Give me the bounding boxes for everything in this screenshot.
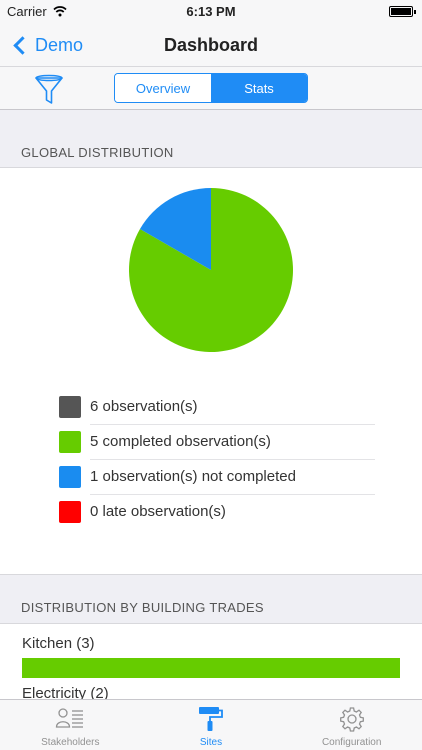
tab-sites[interactable]: Sites xyxy=(141,700,282,750)
legend-swatch-completed xyxy=(59,430,81,453)
battery-icon xyxy=(389,6,416,17)
tab-label-stakeholders: Stakeholders xyxy=(41,737,100,748)
tab-configuration[interactable]: Configuration xyxy=(281,700,422,750)
legend-swatch-late xyxy=(59,500,81,523)
legend-label-total: 6 observation(s) xyxy=(90,398,198,415)
toolbar: Overview Stats xyxy=(0,66,422,110)
global-distribution-card: 6 observation(s) 5 completed observation… xyxy=(0,167,422,575)
status-bar: Carrier 6:13 PM xyxy=(0,0,422,24)
legend-label-not-completed: 1 observation(s) not completed xyxy=(90,468,296,485)
pie-legend: 6 observation(s) 5 completed observation… xyxy=(59,389,375,529)
page-title: Dashboard xyxy=(163,35,259,55)
global-distribution-header: GLOBAL DISTRIBUTION xyxy=(21,145,174,160)
legend-item-total: 6 observation(s) xyxy=(59,389,375,424)
legend-swatch-total xyxy=(59,395,81,418)
tab-stakeholders[interactable]: Stakeholders xyxy=(0,700,141,750)
legend-label-late: 0 late observation(s) xyxy=(90,503,226,520)
global-distribution-pie-chart xyxy=(129,188,293,352)
segment-overview[interactable]: Overview xyxy=(115,74,211,102)
stakeholders-icon xyxy=(56,708,84,728)
trade-label-electricity: Electricity (2) xyxy=(22,685,109,699)
tab-label-sites: Sites xyxy=(199,737,223,748)
view-segmented-control: Overview Stats xyxy=(114,73,308,103)
paint-roller-icon xyxy=(199,707,223,731)
filter-funnel-icon[interactable] xyxy=(34,72,64,106)
tab-label-configuration: Configuration xyxy=(321,737,382,748)
legend-item-late: 0 late observation(s) xyxy=(59,494,375,529)
legend-label-completed: 5 completed observation(s) xyxy=(90,433,271,450)
building-trades-card: Kitchen (3) Electricity (2) xyxy=(0,623,422,699)
status-time: 6:13 PM xyxy=(186,4,236,19)
gear-icon xyxy=(339,707,364,732)
trade-row-electricity[interactable]: Electricity (2) xyxy=(22,685,400,699)
legend-swatch-not-completed xyxy=(59,465,81,488)
navigation-bar: Demo Dashboard xyxy=(0,24,422,66)
segment-stats[interactable]: Stats xyxy=(211,74,307,102)
trade-label-kitchen: Kitchen (3) xyxy=(22,635,95,652)
trade-bar-kitchen xyxy=(22,658,400,678)
trade-bar-fill-kitchen xyxy=(22,658,400,678)
legend-item-not-completed: 1 observation(s) not completed xyxy=(59,459,375,494)
legend-item-completed: 5 completed observation(s) xyxy=(59,424,375,459)
trade-row-kitchen[interactable]: Kitchen (3) xyxy=(22,635,400,678)
building-trades-header: DISTRIBUTION BY BUILDING TRADES xyxy=(21,600,264,615)
tab-bar: Stakeholders Sites Configuration xyxy=(0,699,422,750)
